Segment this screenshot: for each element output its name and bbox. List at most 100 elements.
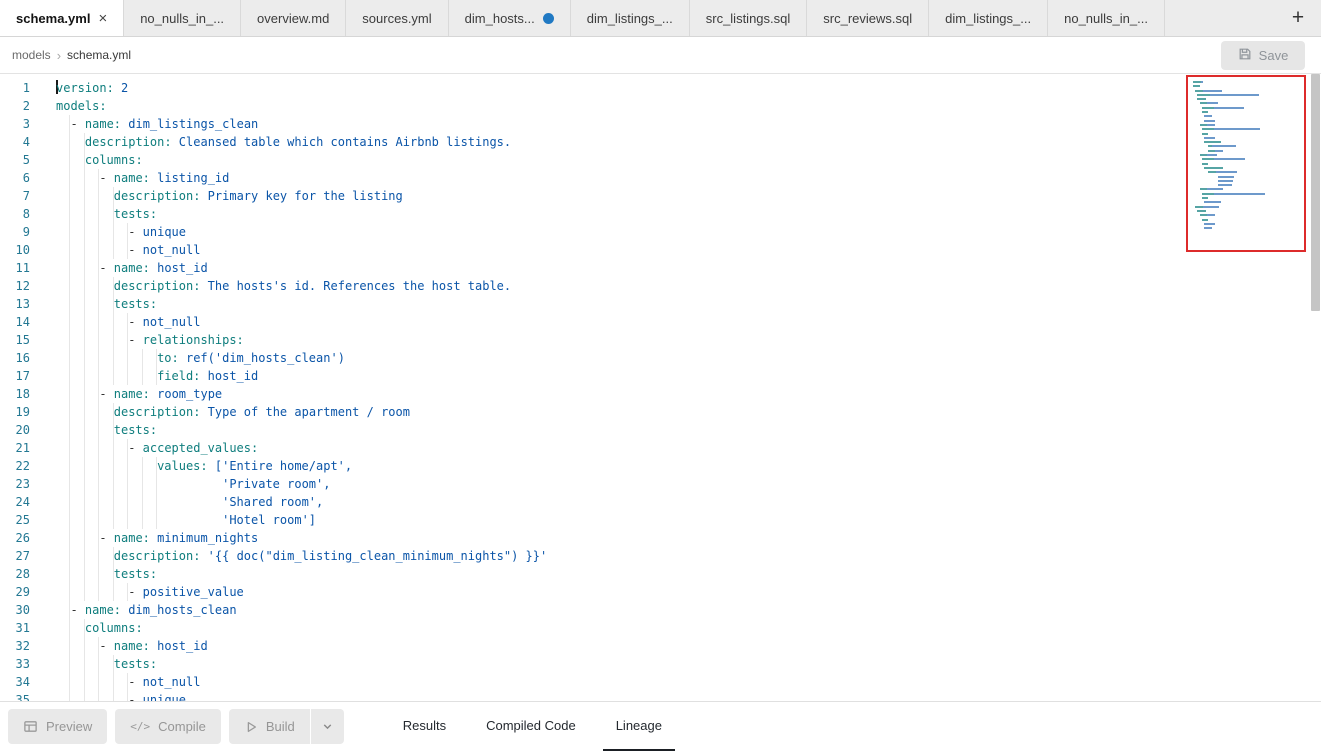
minimap[interactable]	[1186, 75, 1306, 252]
code-line[interactable]: columns:	[56, 619, 547, 637]
code-line[interactable]: description: The hosts's id. References …	[56, 277, 547, 295]
minimap-line	[1202, 197, 1304, 199]
code-line[interactable]: columns:	[56, 151, 547, 169]
tab-dim-listings[interactable]: dim_listings_...	[571, 0, 690, 36]
tab-bar-tabs: schema.yml×no_nulls_in_...overview.mdsou…	[0, 0, 1165, 36]
code-line[interactable]: - not_null	[56, 241, 547, 259]
tab-schema-yml[interactable]: schema.yml ×	[0, 0, 124, 36]
line-number: 8	[0, 205, 30, 223]
code-line[interactable]: - accepted_values:	[56, 439, 547, 457]
code-line[interactable]: - name: dim_hosts_clean	[56, 601, 547, 619]
code-line[interactable]: description: Type of the apartment / roo…	[56, 403, 547, 421]
tab-label: schema.yml	[16, 11, 90, 26]
close-tab-icon[interactable]: ×	[98, 11, 107, 26]
code-line[interactable]: - positive_value	[56, 583, 547, 601]
line-number: 29	[0, 583, 30, 601]
code-line[interactable]: tests:	[56, 421, 547, 439]
code-line[interactable]: - relationships:	[56, 331, 547, 349]
bottom-tab-lineage[interactable]: Lineage	[603, 702, 675, 751]
minimap-line	[1193, 85, 1304, 87]
code-line[interactable]: - name: listing_id	[56, 169, 547, 187]
line-number: 31	[0, 619, 30, 637]
code-line[interactable]: - name: room_type	[56, 385, 547, 403]
code-icon: </>	[130, 720, 150, 733]
save-button[interactable]: Save	[1221, 41, 1305, 70]
breadcrumb-bar: models › schema.yml Save	[0, 37, 1321, 74]
tab-label: no_nulls_in_...	[1064, 11, 1148, 26]
minimap-line	[1202, 219, 1304, 221]
code-line[interactable]: description: Cleansed table which contai…	[56, 133, 547, 151]
minimap-line	[1218, 184, 1304, 186]
minimap-line	[1200, 214, 1304, 216]
tab-src-reviews-sql[interactable]: src_reviews.sql	[807, 0, 929, 36]
line-number: 14	[0, 313, 30, 331]
code-line[interactable]: - name: dim_listings_clean	[56, 115, 547, 133]
build-options-button[interactable]	[311, 709, 344, 744]
minimap-line	[1202, 158, 1304, 160]
line-number: 5	[0, 151, 30, 169]
code-line[interactable]: values: ['Entire home/apt',	[56, 457, 547, 475]
preview-button[interactable]: Preview	[8, 709, 107, 744]
minimap-line	[1204, 120, 1304, 122]
minimap-line	[1202, 193, 1304, 195]
code-line[interactable]: - name: host_id	[56, 259, 547, 277]
bottom-panel: Preview </> Compile Build Results Compile…	[0, 701, 1321, 751]
new-tab-button[interactable]: +	[1275, 0, 1321, 36]
line-number: 33	[0, 655, 30, 673]
tab-sources-yml[interactable]: sources.yml	[346, 0, 448, 36]
code-line[interactable]: tests:	[56, 295, 547, 313]
code-line[interactable]: - name: host_id	[56, 637, 547, 655]
minimap-line	[1202, 128, 1304, 130]
line-number: 23	[0, 475, 30, 493]
breadcrumb-item-models[interactable]: models	[12, 48, 51, 62]
tab-src-listings-sql[interactable]: src_listings.sql	[690, 0, 808, 36]
line-number: 12	[0, 277, 30, 295]
tab-overview-md[interactable]: overview.md	[241, 0, 346, 36]
bottom-tab-label: Results	[403, 718, 446, 733]
code-line[interactable]: field: host_id	[56, 367, 547, 385]
code-editor[interactable]: 1234567891011121314151617181920212223242…	[0, 74, 1321, 701]
code-line[interactable]: - not_null	[56, 313, 547, 331]
line-number: 15	[0, 331, 30, 349]
code-line[interactable]: - unique	[56, 691, 547, 701]
tab-dim-hosts[interactable]: dim_hosts...	[449, 0, 571, 36]
line-number: 26	[0, 529, 30, 547]
code-line[interactable]: 'Hotel room']	[56, 511, 547, 529]
tab-dim-listings[interactable]: dim_listings_...	[929, 0, 1048, 36]
code-content[interactable]: version: 2models:- name: dim_listings_cl…	[56, 79, 547, 701]
ide-window: schema.yml×no_nulls_in_...overview.mdsou…	[0, 0, 1321, 751]
line-number: 20	[0, 421, 30, 439]
build-button[interactable]: Build	[229, 709, 310, 744]
code-line[interactable]: description: Primary key for the listing	[56, 187, 547, 205]
code-line[interactable]: 'Private room',	[56, 475, 547, 493]
code-line[interactable]: to: ref('dim_hosts_clean')	[56, 349, 547, 367]
tab-label: src_listings.sql	[706, 11, 791, 26]
line-number: 30	[0, 601, 30, 619]
build-button-label: Build	[266, 719, 295, 734]
minimap-line	[1208, 150, 1304, 152]
bottom-tab-results[interactable]: Results	[390, 702, 459, 751]
line-number: 6	[0, 169, 30, 187]
code-line[interactable]: version: 2	[56, 79, 547, 97]
line-number: 35	[0, 691, 30, 701]
code-line[interactable]: models:	[56, 97, 547, 115]
code-line[interactable]: 'Shared room',	[56, 493, 547, 511]
code-line[interactable]: - not_null	[56, 673, 547, 691]
tab-no-nulls-in[interactable]: no_nulls_in_...	[124, 0, 241, 36]
minimap-line	[1197, 98, 1304, 100]
line-number: 32	[0, 637, 30, 655]
code-line[interactable]: tests:	[56, 655, 547, 673]
tab-no-nulls-in[interactable]: no_nulls_in_...	[1048, 0, 1165, 36]
code-line[interactable]: tests:	[56, 205, 547, 223]
bottom-tab-compiled-code[interactable]: Compiled Code	[473, 702, 589, 751]
code-line[interactable]: - unique	[56, 223, 547, 241]
minimap-line	[1197, 210, 1304, 212]
code-line[interactable]: - name: minimum_nights	[56, 529, 547, 547]
line-number: 9	[0, 223, 30, 241]
code-line[interactable]: tests:	[56, 565, 547, 583]
code-line[interactable]: description: '{{ doc("dim_listing_clean_…	[56, 547, 547, 565]
compile-button[interactable]: </> Compile	[115, 709, 221, 744]
save-icon	[1238, 47, 1252, 64]
vertical-scrollbar[interactable]	[1311, 74, 1320, 311]
minimap-line	[1200, 102, 1304, 104]
